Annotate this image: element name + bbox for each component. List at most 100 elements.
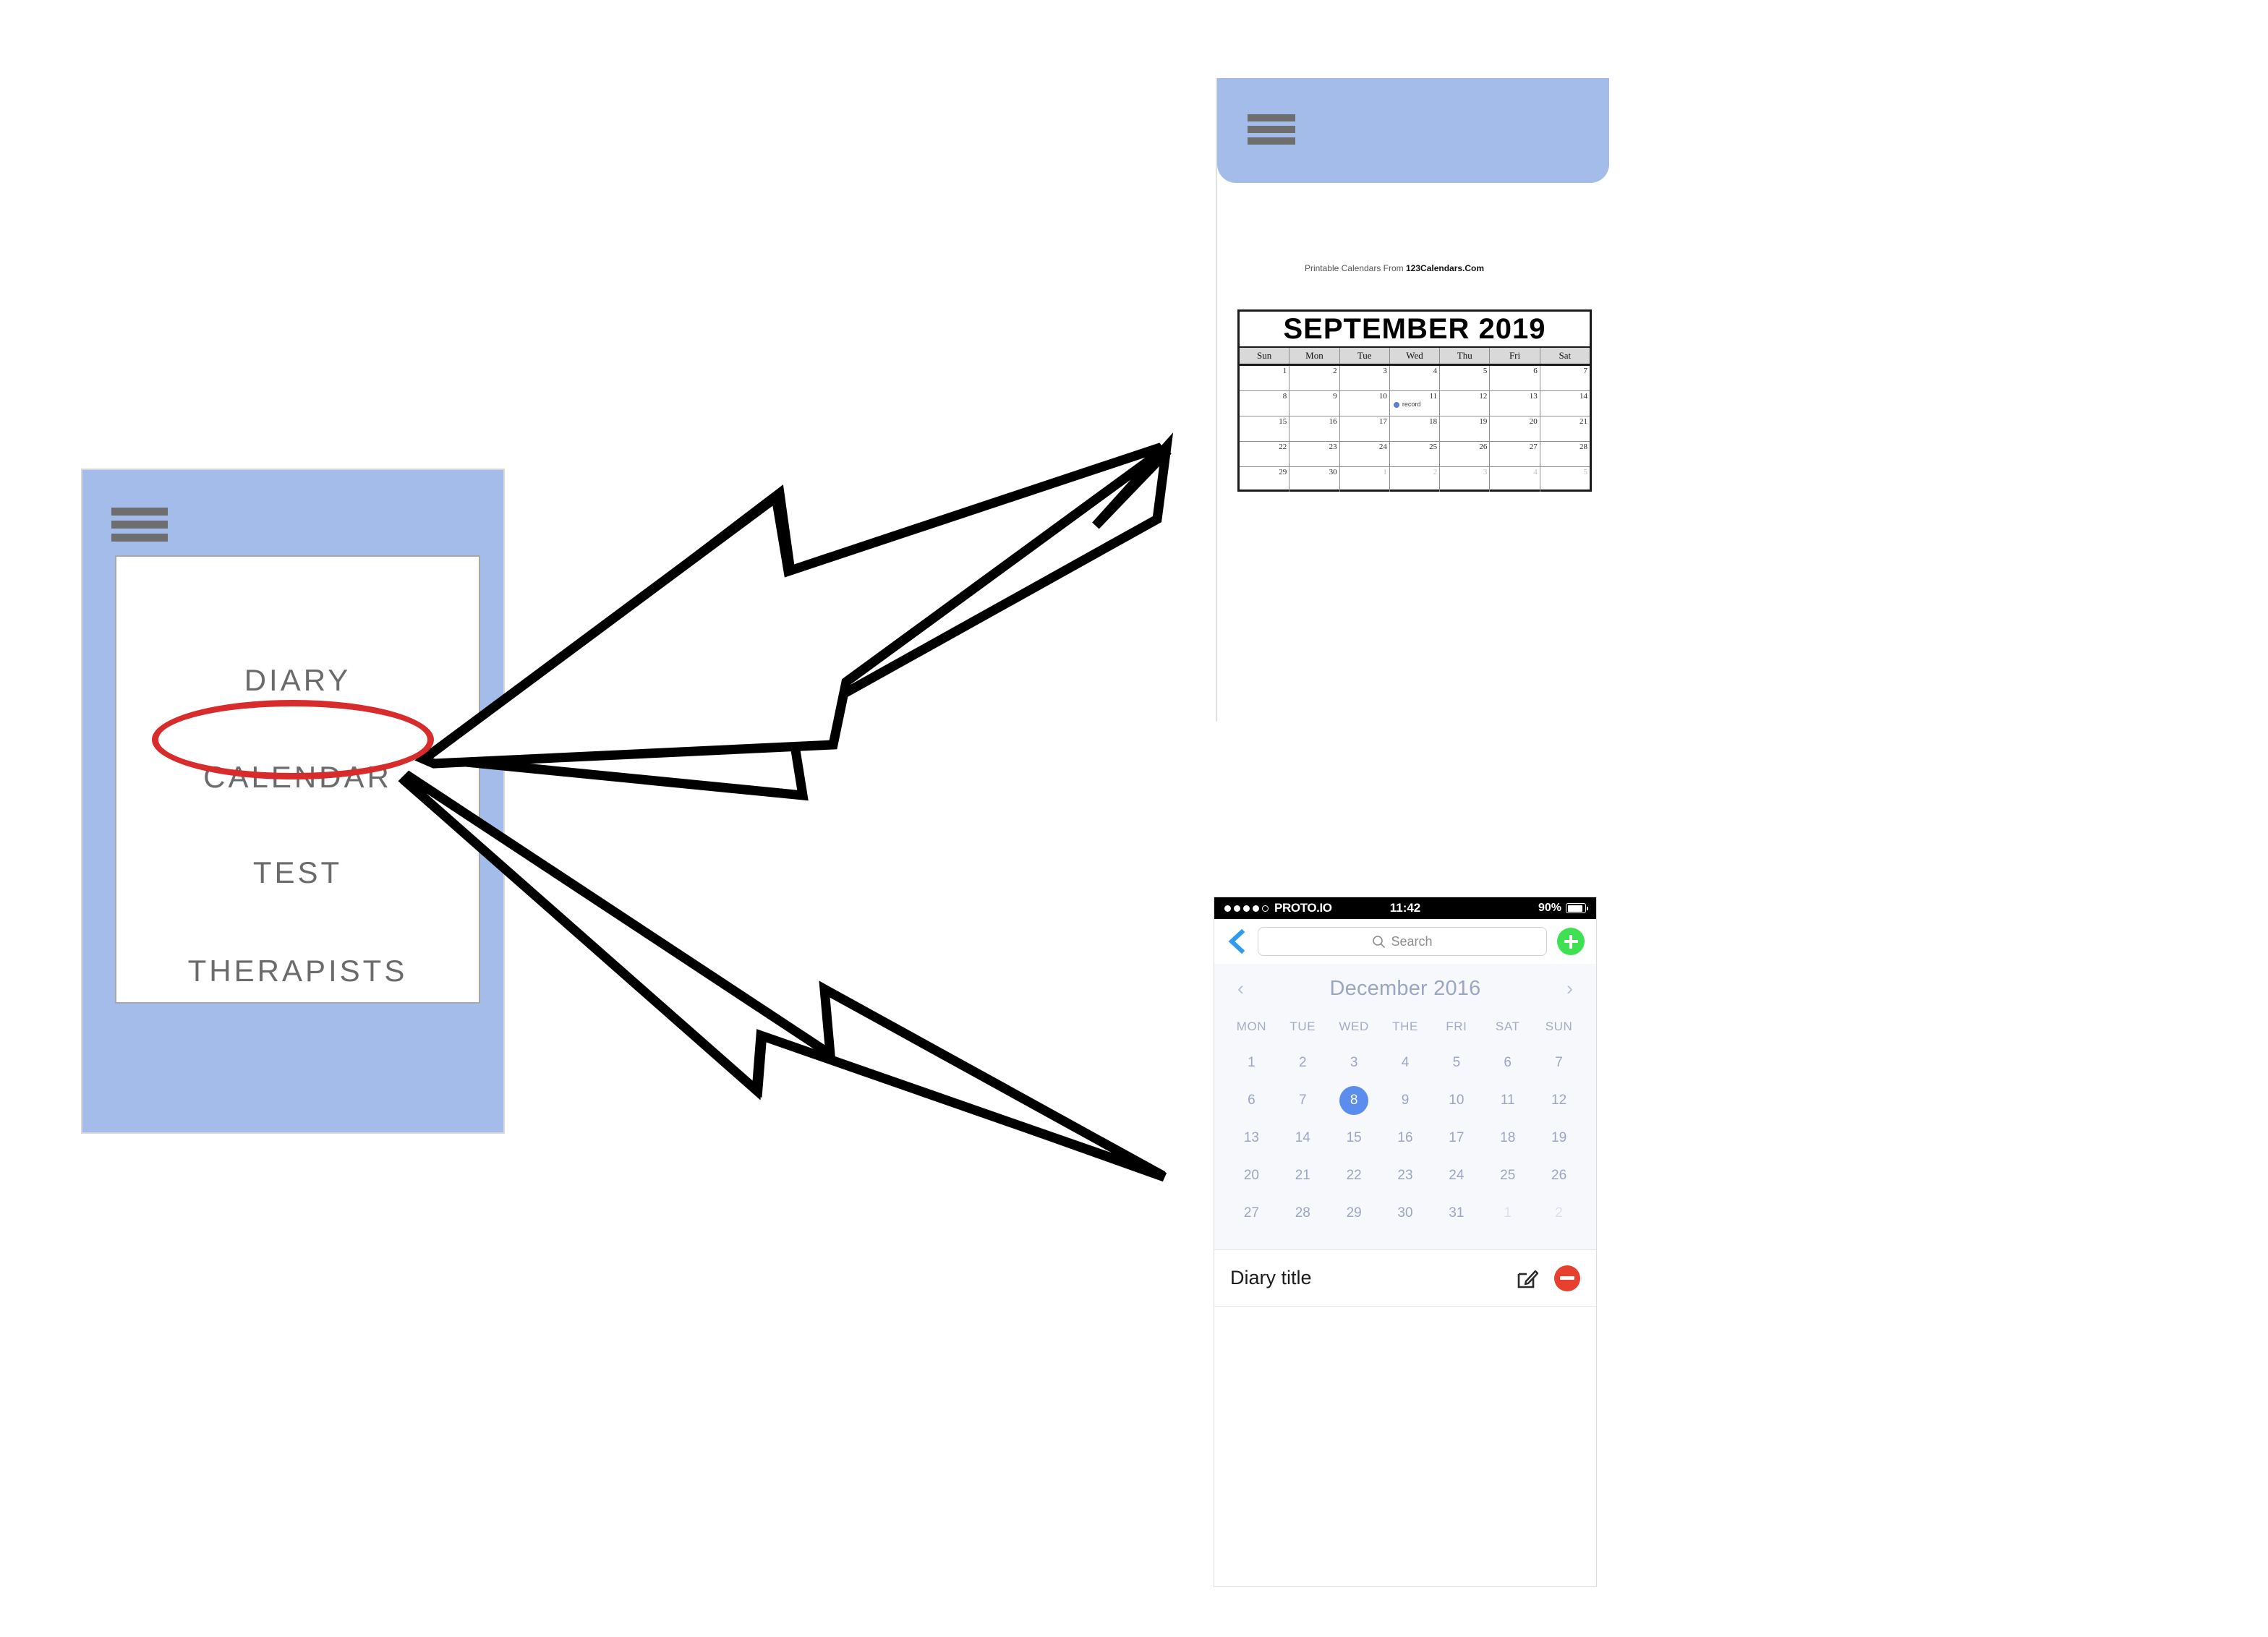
calendar-day-cell[interactable]: 1 [1240,366,1290,390]
calendar-day-cell[interactable]: 9 [1380,1085,1431,1116]
calendar-day-cell[interactable]: 1 [1226,1047,1277,1079]
calendar-day-cell[interactable]: 22 [1240,442,1290,466]
calendar-day-cell[interactable]: 12 [1440,391,1491,416]
diary-entry-row[interactable]: Diary title [1214,1250,1596,1307]
calendar-day-cell[interactable]: 5 [1540,467,1590,492]
calendar-day-cell[interactable]: 2 [1533,1197,1585,1229]
calendar-day-cell[interactable]: 22 [1329,1160,1380,1192]
calendar-day-cell[interactable]: 6 [1490,366,1540,390]
calendar-day-cell[interactable]: 23 [1380,1160,1431,1192]
calendar-day-cell[interactable]: 11 [1482,1085,1533,1116]
printable-september-calendar: SEPTEMBER 2019 Sun Mon Tue Wed Thu Fri Sat 123… [1237,309,1592,492]
calendar-week-row: 1 2 3 4 5 6 7 [1226,1047,1585,1079]
weekday-header-cell: SAT [1495,1020,1520,1033]
search-icon [1373,935,1386,948]
calendar-day-cell[interactable]: 16 [1289,416,1340,441]
calendar-day-cell[interactable]: 26 [1533,1160,1585,1192]
calendar-day-cell[interactable]: 6 [1482,1047,1533,1079]
calendar-day-cell[interactable]: 24 [1340,442,1390,466]
calendar-day-cell[interactable]: 24 [1431,1160,1482,1192]
calendar-event-label[interactable]: record [1393,401,1420,408]
calendar-day-number: 12 [1551,1093,1567,1108]
calendar-day-cell[interactable]: 10 [1431,1085,1482,1116]
remove-circle-icon[interactable] [1554,1265,1580,1291]
calendar-day-cell[interactable]: 5 [1431,1047,1482,1079]
status-bar-right-group: 90% [1538,902,1588,915]
menu-item-diary[interactable]: DIARY [116,663,479,698]
calendar-day-selected[interactable]: 8 [1329,1085,1380,1116]
diary-entry-actions [1514,1265,1580,1291]
calendar-day-cell[interactable]: 28 [1277,1197,1329,1229]
calendar-day-cell[interactable]: 1 [1482,1197,1533,1229]
calendar-day-cell[interactable]: 29 [1329,1197,1380,1229]
weekday-header-cell: Fri [1490,348,1540,364]
calendar-day-cell[interactable]: 20 [1490,416,1540,441]
calendar-day-cell[interactable]: 13 [1226,1122,1277,1154]
calendar-day-number: 15 [1346,1130,1362,1145]
calendar-day-cell[interactable]: 2 [1277,1047,1329,1079]
calendar-day-cell[interactable]: 15 [1329,1122,1380,1154]
calendar-day-cell[interactable]: 7 [1533,1047,1585,1079]
calendar-day-cell[interactable]: 3 [1340,366,1390,390]
back-chevron-icon[interactable] [1226,928,1248,955]
plus-circle-icon[interactable] [1557,928,1585,955]
calendar-day-cell[interactable]: 27 [1490,442,1540,466]
calendar-day-number: 3 [1483,468,1488,476]
calendar-day-cell[interactable]: 9 [1289,391,1340,416]
calendar-day-cell[interactable]: 28 [1540,442,1590,466]
chevron-right-icon[interactable]: › [1561,978,1579,1000]
calendar-day-cell[interactable]: 4 [1390,366,1441,390]
calendar-day-cell[interactable]: 16 [1380,1122,1431,1154]
calendar-day-cell[interactable]: 8 [1240,391,1290,416]
calendar-day-cell[interactable]: 17 [1431,1122,1482,1154]
calendar-day-cell[interactable]: 15 [1240,416,1290,441]
calendar-day-cell[interactable]: 23 [1289,442,1340,466]
calendar-day-cell[interactable]: 11 record [1390,391,1441,416]
calendar-day-cell[interactable]: 19 [1533,1122,1585,1154]
calendar-day-cell[interactable]: 14 [1540,391,1590,416]
calendar-day-cell[interactable]: 21 [1277,1160,1329,1192]
calendar-day-cell[interactable]: 10 [1340,391,1390,416]
calendar-day-cell[interactable]: 19 [1440,416,1491,441]
calendar-day-number: 19 [1479,417,1488,426]
menu-item-therapists[interactable]: THERAPISTS [116,954,479,988]
calendar-day-cell[interactable]: 6 [1226,1085,1277,1116]
calendar-day-cell[interactable]: 7 [1277,1085,1329,1116]
calendar-day-cell[interactable]: 12 [1533,1085,1585,1116]
calendar-day-cell[interactable]: 31 [1431,1197,1482,1229]
calendar-day-cell[interactable]: 30 [1380,1197,1431,1229]
calendar-day-number: 22 [1346,1168,1362,1183]
calendar-day-cell[interactable]: 5 [1440,366,1491,390]
calendar-day-cell[interactable]: 7 [1540,366,1590,390]
calendar-day-cell[interactable]: 4 [1380,1047,1431,1079]
calendar-day-cell[interactable]: 21 [1540,416,1590,441]
hamburger-menu-icon[interactable] [1248,114,1295,145]
calendar-day-cell[interactable]: 14 [1277,1122,1329,1154]
chevron-left-icon[interactable]: ‹ [1232,978,1250,1000]
september-calendar-screen: SEPTEMBER 2019 Sun Mon Tue Wed Thu Fri Sat 123… [1216,78,1609,722]
calendar-weekday-header-row: Sun Mon Tue Wed Thu Fri Sat [1240,348,1590,366]
calendar-day-cell[interactable]: 3 [1329,1047,1380,1079]
calendar-day-cell[interactable]: 26 [1440,442,1491,466]
calendar-day-cell[interactable]: 25 [1390,442,1441,466]
calendar-day-cell[interactable]: 13 [1490,391,1540,416]
calendar-day-cell[interactable]: 29 [1240,467,1290,492]
calendar-day-cell[interactable]: 18 [1390,416,1441,441]
calendar-day-cell[interactable]: 3 [1440,467,1491,492]
calendar-day-cell[interactable]: 2 [1390,467,1441,492]
calendar-day-cell[interactable]: 27 [1226,1197,1277,1229]
calendar-day-cell[interactable]: 30 [1289,467,1340,492]
calendar-day-cell[interactable]: 4 [1490,467,1540,492]
calendar-day-number: 23 [1329,443,1337,451]
menu-item-test[interactable]: TEST [116,855,479,890]
calendar-day-cell[interactable]: 25 [1482,1160,1533,1192]
edit-pencil-icon[interactable] [1514,1265,1540,1291]
calendar-day-cell[interactable]: 1 [1340,467,1390,492]
calendar-day-cell[interactable]: 2 [1289,366,1340,390]
calendar-day-cell[interactable]: 20 [1226,1160,1277,1192]
calendar-day-cell[interactable]: 18 [1482,1122,1533,1154]
calendar-day-cell[interactable]: 17 [1340,416,1390,441]
hamburger-menu-icon[interactable] [111,508,168,544]
search-input[interactable]: Search [1258,927,1547,956]
diary-entry-body [1214,1307,1596,1516]
